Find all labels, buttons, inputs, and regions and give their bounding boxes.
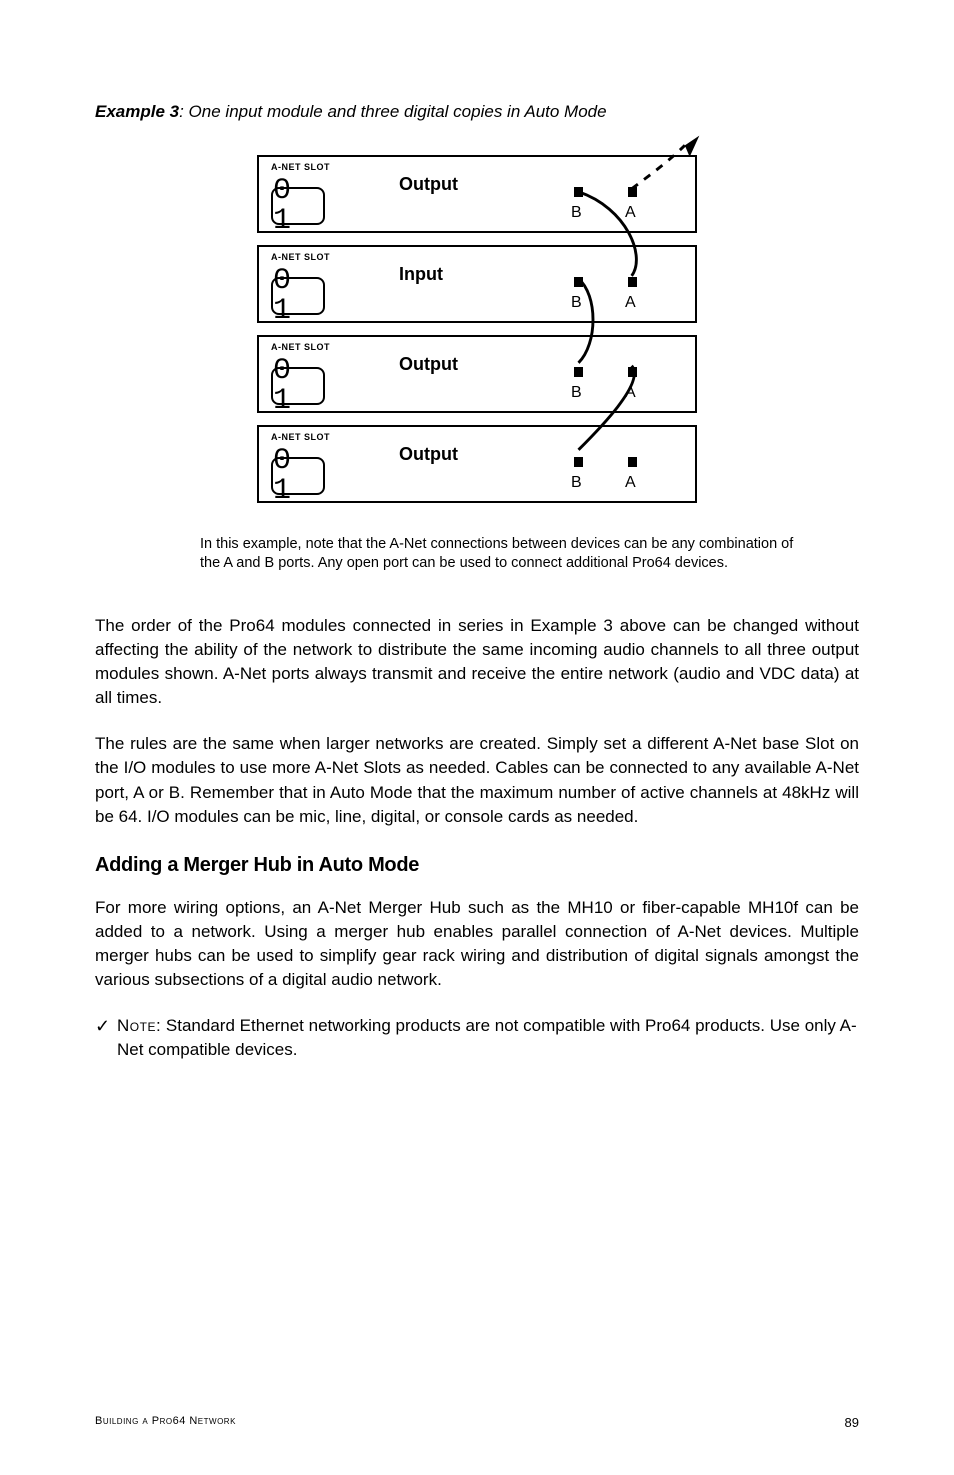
port-b: B: [571, 277, 585, 291]
port-b-label: B: [571, 201, 582, 224]
io-label: Output: [399, 351, 458, 377]
port-a-label: A: [625, 291, 636, 314]
example-subtitle: : One input module and three digital cop…: [179, 102, 606, 121]
port-a-label: A: [625, 381, 636, 404]
port-b: B: [571, 187, 585, 201]
note-body: Note: Standard Ethernet networking produ…: [117, 1014, 859, 1062]
module-2: A-NET SLOT 0 1 Output B A: [257, 335, 697, 413]
module-1: A-NET SLOT 0 1 Input B A: [257, 245, 697, 323]
footer-section-title: Building a Pro64 Network: [95, 1414, 236, 1433]
slot-readout: 0 1: [271, 367, 325, 405]
io-label: Input: [399, 261, 443, 287]
port-dot-icon: [574, 277, 583, 287]
port-dot-icon: [574, 457, 583, 467]
port-a: A: [625, 457, 639, 471]
page-number: 89: [845, 1414, 859, 1433]
example-title: Example 3: One input module and three di…: [95, 100, 859, 125]
port-dot-icon: [574, 187, 583, 197]
note: ✓ Note: Standard Ethernet networking pro…: [95, 1014, 859, 1062]
io-label: Output: [399, 441, 458, 467]
diagram-caption: In this example, note that the A-Net con…: [200, 535, 799, 574]
port-b-label: B: [571, 381, 582, 404]
slot-readout: 0 1: [271, 457, 325, 495]
port-a: A: [625, 277, 639, 291]
slot-value: 0 1: [273, 446, 323, 506]
paragraph-3: For more wiring options, an A-Net Merger…: [95, 896, 859, 993]
slot-label: A-NET SLOT: [271, 161, 330, 174]
module-0: A-NET SLOT 0 1 Output B A: [257, 155, 697, 233]
note-text: Standard Ethernet networking products ar…: [117, 1016, 857, 1059]
slot-label: A-NET SLOT: [271, 251, 330, 264]
port-a-label: A: [625, 471, 636, 494]
diagram: A-NET SLOT 0 1 Output B A A-NET SLOT 0 1…: [257, 155, 697, 503]
port-dot-icon: [628, 367, 637, 377]
slot-value: 0 1: [273, 266, 323, 326]
note-label: Note:: [117, 1016, 161, 1035]
port-a-label: A: [625, 201, 636, 224]
slot-label: A-NET SLOT: [271, 431, 330, 444]
page-footer: Building a Pro64 Network 89: [95, 1414, 859, 1433]
module-3: A-NET SLOT 0 1 Output B A: [257, 425, 697, 503]
port-b: B: [571, 457, 585, 471]
port-dot-icon: [628, 457, 637, 467]
port-b-label: B: [571, 471, 582, 494]
port-dot-icon: [628, 277, 637, 287]
paragraph-2: The rules are the same when larger netwo…: [95, 732, 859, 829]
check-icon: ✓: [95, 1014, 117, 1040]
port-a: A: [625, 367, 639, 381]
paragraph-1: The order of the Pro64 modules connected…: [95, 614, 859, 711]
slot-value: 0 1: [273, 356, 323, 416]
port-dot-icon: [574, 367, 583, 377]
example-label: Example 3: [95, 102, 179, 121]
slot-label: A-NET SLOT: [271, 341, 330, 354]
port-b: B: [571, 367, 585, 381]
slot-value: 0 1: [273, 176, 323, 236]
slot-readout: 0 1: [271, 277, 325, 315]
port-b-label: B: [571, 291, 582, 314]
port-a: A: [625, 187, 639, 201]
slot-readout: 0 1: [271, 187, 325, 225]
section-heading: Adding a Merger Hub in Auto Mode: [95, 851, 859, 880]
port-dot-icon: [628, 187, 637, 197]
io-label: Output: [399, 171, 458, 197]
